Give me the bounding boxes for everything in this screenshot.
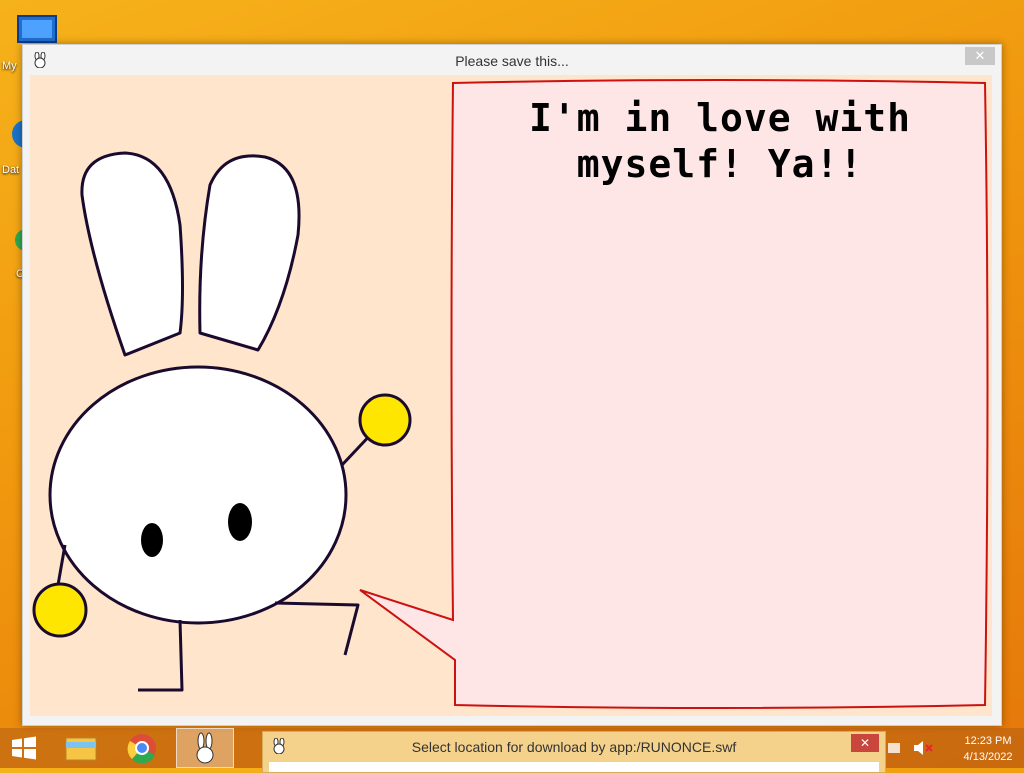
window-close-button[interactable]: ✕	[965, 47, 995, 65]
my-computer-icon[interactable]	[0, 12, 57, 53]
dialog-title: Select location for download by app:/RUN…	[411, 739, 737, 755]
dialog-close-button[interactable]: ✕	[851, 734, 879, 752]
download-dialog[interactable]: Select location for download by app:/RUN…	[262, 731, 886, 773]
clock-date: 4/13/2022	[963, 751, 1013, 763]
taskbar-clock[interactable]: 12:23 PM 4/13/2022	[958, 733, 1018, 765]
clock-time: 12:23 PM	[964, 735, 1012, 747]
bunny-app-taskbar-button[interactable]	[176, 728, 234, 768]
desktop-label-my: My	[2, 60, 17, 72]
dialog-body	[269, 762, 879, 772]
file-explorer-button[interactable]	[58, 728, 106, 768]
network-icon	[888, 743, 900, 753]
speech-line-2: myself! Ya!!	[576, 142, 864, 186]
file-explorer-icon	[65, 737, 97, 761]
chrome-icon	[127, 734, 156, 764]
bunny-app-icon	[196, 732, 214, 764]
flash-stage: I'm in love with myself! Ya!!	[30, 75, 992, 716]
bunny-right-eye	[228, 503, 252, 541]
speech-text: I'm in love with myself! Ya!!	[500, 95, 940, 187]
bunny-left-eye	[141, 523, 163, 557]
volume-icon	[914, 741, 923, 755]
bunny-right-hand	[358, 393, 412, 447]
chrome-button[interactable]	[118, 728, 166, 768]
desktop-label-data: Dat	[2, 164, 20, 176]
start-icon	[12, 736, 36, 760]
bunny-left-hand	[32, 582, 88, 638]
system-tray[interactable]	[886, 740, 946, 756]
window-titlebar[interactable]: Please save this... ✕	[23, 45, 1001, 75]
app-window: Please save this... ✕ I'm in love with m…	[22, 44, 1002, 726]
bunny-illustration	[48, 151, 377, 692]
speech-line-1: I'm in love with	[528, 96, 912, 140]
window-title: Please save this...	[455, 53, 569, 69]
start-button[interactable]	[0, 728, 48, 768]
